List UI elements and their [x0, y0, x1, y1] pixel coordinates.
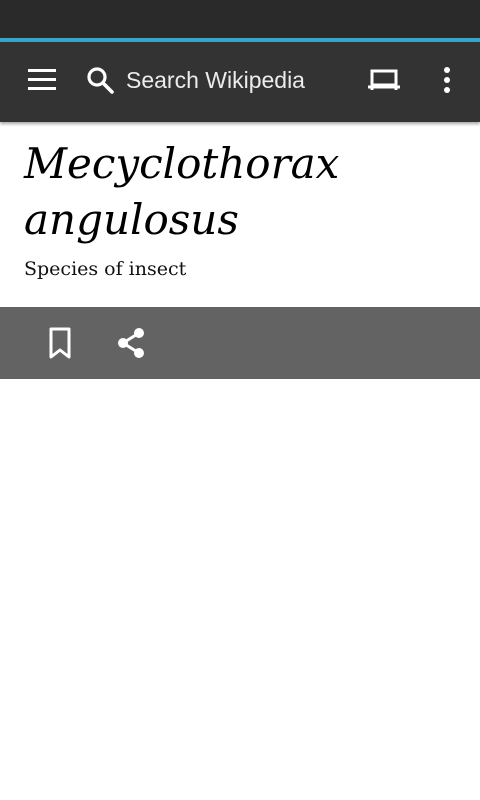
status-bar — [0, 0, 480, 38]
page-title: Mecyclothorax angulosus — [24, 139, 340, 244]
hamburger-menu-icon — [18, 60, 66, 100]
tabs-button[interactable] — [362, 60, 406, 100]
article-header: Mecyclothorax angulosus Species of insec… — [0, 122, 480, 307]
navigation-menu-button[interactable] — [18, 60, 66, 100]
tabs-icon — [362, 60, 406, 100]
search-input[interactable]: Search Wikipedia — [84, 58, 346, 102]
save-bookmark-button[interactable] — [36, 321, 84, 365]
search-icon — [84, 64, 116, 96]
more-vert-icon — [432, 60, 462, 100]
bookmark-icon — [36, 321, 84, 365]
article-content-area — [0, 379, 480, 800]
share-icon — [108, 321, 156, 365]
share-button[interactable] — [108, 321, 156, 365]
page-description: Species of insect — [24, 258, 187, 280]
app-toolbar: Search Wikipedia — [0, 42, 480, 122]
article-action-bar — [0, 307, 480, 379]
overflow-menu-button[interactable] — [432, 60, 462, 100]
search-placeholder-text: Search Wikipedia — [126, 67, 305, 93]
